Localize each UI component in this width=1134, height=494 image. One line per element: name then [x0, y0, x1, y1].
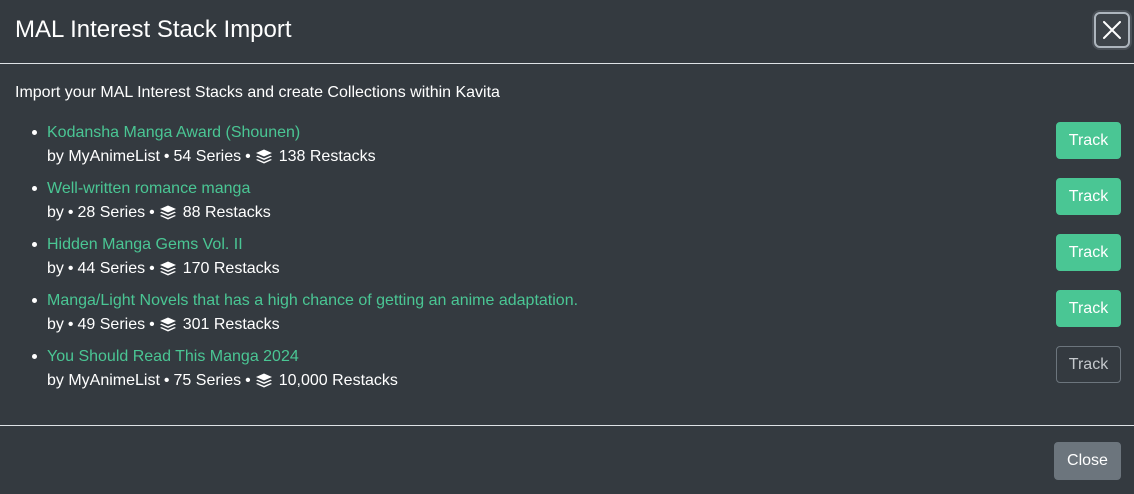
- track-button[interactable]: Track: [1056, 178, 1121, 215]
- separator: •: [149, 316, 155, 333]
- close-modal-button[interactable]: [1094, 12, 1130, 48]
- bullet: [32, 186, 37, 191]
- stack-meta: by • 28 Series • 88 Restacks: [47, 203, 271, 223]
- list-item: You Should Read This Manga 2024 by MyAni…: [0, 344, 1134, 400]
- stack-author: by: [47, 204, 64, 221]
- stack-title-link[interactable]: You Should Read This Manga 2024: [47, 347, 299, 367]
- close-button[interactable]: Close: [1054, 442, 1121, 480]
- stack-meta: by • 44 Series • 170 Restacks: [47, 259, 280, 279]
- separator: •: [163, 372, 170, 389]
- stack-title-link[interactable]: Well-written romance manga: [47, 179, 250, 199]
- stack-meta: by MyAnimeList • 54 Series • 138 Restack…: [47, 147, 376, 167]
- layers-icon: [159, 205, 176, 220]
- track-button[interactable]: Track: [1056, 234, 1121, 271]
- list-item: Manga/Light Novels that has a high chanc…: [0, 288, 1134, 344]
- layers-icon: [255, 373, 272, 388]
- stack-author: by: [47, 260, 64, 277]
- stack-series-count: 44 Series: [77, 260, 146, 277]
- intro-text: Import your MAL Interest Stacks and crea…: [15, 84, 500, 101]
- track-button[interactable]: Track: [1056, 346, 1121, 383]
- stack-restacks-count: 170 Restacks: [182, 260, 280, 277]
- list-item: Well-written romance manga by • 28 Serie…: [0, 176, 1134, 232]
- stack-author: by MyAnimeList: [47, 148, 160, 165]
- stack-title-link[interactable]: Hidden Manga Gems Vol. II: [47, 235, 243, 255]
- modal-title: MAL Interest Stack Import: [15, 16, 292, 43]
- separator: •: [67, 316, 74, 333]
- close-icon: [1103, 21, 1121, 39]
- separator: •: [163, 148, 170, 165]
- stack-series-count: 75 Series: [173, 372, 242, 389]
- layers-icon: [159, 261, 176, 276]
- mal-import-modal: MAL Interest Stack Import Import your MA…: [0, 0, 1134, 494]
- list-item: Kodansha Manga Award (Shounen) by MyAnim…: [0, 120, 1134, 176]
- track-button[interactable]: Track: [1056, 290, 1121, 327]
- layers-icon: [159, 317, 176, 332]
- stack-meta: by • 49 Series • 301 Restacks: [47, 315, 280, 335]
- separator: •: [67, 260, 74, 277]
- stack-author: by: [47, 316, 64, 333]
- track-button[interactable]: Track: [1056, 122, 1121, 159]
- separator: •: [149, 204, 155, 221]
- stack-restacks-count: 301 Restacks: [182, 316, 280, 333]
- bullet: [32, 298, 37, 303]
- modal-body: Import your MAL Interest Stacks and crea…: [0, 64, 1134, 425]
- list-item: Hidden Manga Gems Vol. II by • 44 Series…: [0, 232, 1134, 288]
- separator: •: [245, 372, 251, 389]
- separator: •: [67, 204, 74, 221]
- stack-series-count: 49 Series: [77, 316, 146, 333]
- separator: •: [149, 260, 155, 277]
- modal-header: MAL Interest Stack Import: [0, 0, 1134, 64]
- layers-icon: [255, 149, 272, 164]
- stack-meta: by MyAnimeList • 75 Series • 10,000 Rest…: [47, 371, 398, 391]
- modal-footer: Close: [0, 425, 1134, 494]
- stack-author: by MyAnimeList: [47, 372, 160, 389]
- stack-series-count: 54 Series: [173, 148, 242, 165]
- stack-restacks-count: 10,000 Restacks: [278, 372, 398, 389]
- bullet: [32, 354, 37, 359]
- stack-title-link[interactable]: Manga/Light Novels that has a high chanc…: [47, 291, 578, 311]
- stack-series-count: 28 Series: [77, 204, 146, 221]
- stack-restacks-count: 138 Restacks: [278, 148, 376, 165]
- bullet: [32, 242, 37, 247]
- separator: •: [245, 148, 251, 165]
- stack-restacks-count: 88 Restacks: [182, 204, 271, 221]
- interest-stack-list: Kodansha Manga Award (Shounen) by MyAnim…: [0, 120, 1134, 400]
- bullet: [32, 130, 37, 135]
- stack-title-link[interactable]: Kodansha Manga Award (Shounen): [47, 123, 300, 143]
